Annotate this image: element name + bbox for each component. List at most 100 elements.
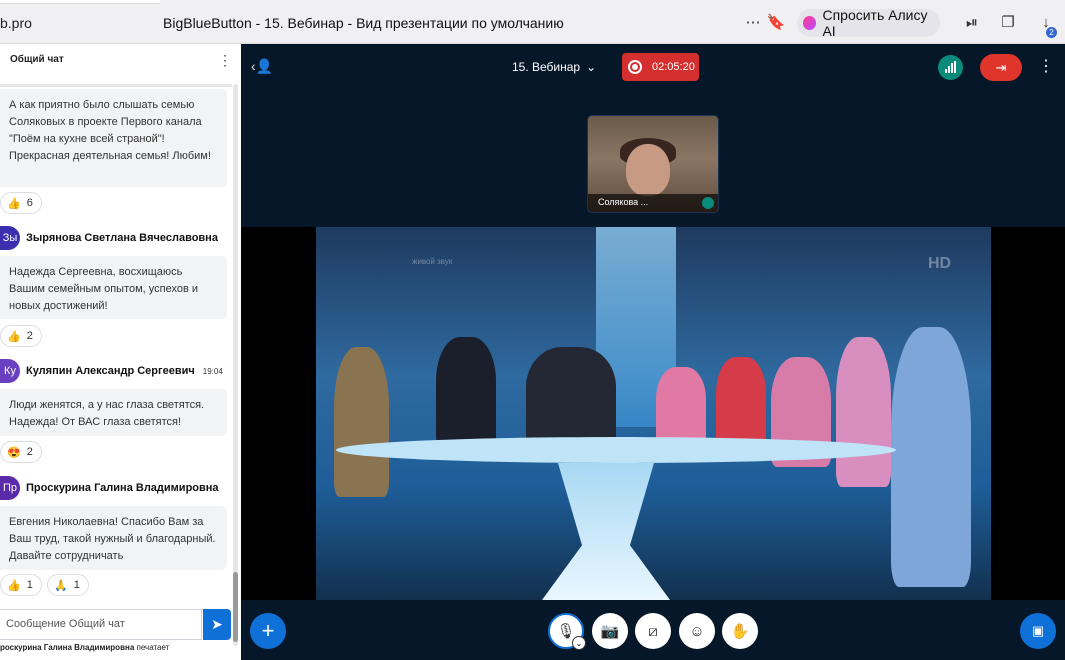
signal-bar xyxy=(948,66,950,73)
leave-meeting-button[interactable]: ⇥ xyxy=(980,54,1022,81)
reaction-count: 2 xyxy=(26,446,33,458)
chat-scrollbar-thumb[interactable] xyxy=(233,572,238,642)
typing-suffix: печатает xyxy=(136,643,170,652)
reaction-chip[interactable]: 👍 1 xyxy=(0,574,42,596)
chat-message-input[interactable]: Сообщение Общий чат xyxy=(0,609,202,640)
video-person xyxy=(836,337,891,487)
video-frame: живой звук HD xyxy=(316,227,991,600)
chevron-down-icon: ⌄ xyxy=(586,60,597,74)
browser-toolbar: b.pro BigBlueButton - 15. Вебинар - Вид … xyxy=(0,0,1065,44)
reaction-chip[interactable]: 👍 2 xyxy=(0,325,42,347)
webcam-username: Солякова ... xyxy=(588,194,718,212)
screenshare-button[interactable]: ⧄ xyxy=(635,613,671,649)
chat-title: Общий чат xyxy=(10,54,64,65)
hand-icon: ✋ xyxy=(730,623,750,640)
message-bubble: Надежда Сергеевна, восхищаюсь Вашим семе… xyxy=(0,256,227,319)
raise-hand-button[interactable]: ✋ xyxy=(722,613,758,649)
plus-icon: + xyxy=(261,618,275,643)
message-bubble: Евгения Николаевна! Спасибо Вам за Ваш т… xyxy=(0,506,227,570)
bookmark-icon[interactable]: 🔖 xyxy=(766,12,786,32)
audio-options-button[interactable]: ⌄ xyxy=(572,636,586,650)
thumbs-up-icon: 👍 xyxy=(7,197,21,210)
thumbs-up-icon: 👍 xyxy=(7,330,21,343)
pray-icon: 🙏 xyxy=(54,579,68,592)
download-badge: 2 xyxy=(1046,27,1057,38)
webcam-tile[interactable]: Солякова ... xyxy=(587,115,719,213)
video-person xyxy=(334,347,389,497)
chat-scrollbar[interactable] xyxy=(233,84,238,646)
webcam-person-face xyxy=(626,144,670,196)
toggle-userlist-icon[interactable]: ‹👤 xyxy=(251,58,273,75)
video-table xyxy=(336,437,896,463)
message-bubble: Люди женятся, а у нас глаза светятся. На… xyxy=(0,389,227,436)
typing-indicator: роскурина Галина Владимировна печатает xyxy=(0,643,169,652)
video-table-base xyxy=(542,463,670,600)
message-time: 19:04 xyxy=(202,366,223,376)
send-icon: ➤ xyxy=(211,616,223,632)
message-author: Зы Зырянова Светлана Вячеславовна xyxy=(0,226,218,250)
video-person xyxy=(891,327,971,587)
more-icon[interactable]: ⋯ xyxy=(743,12,763,32)
camera-button[interactable]: 📷 xyxy=(592,613,628,649)
actions-button[interactable]: + xyxy=(250,613,286,649)
meeting-options-icon[interactable]: ⋮ xyxy=(1038,56,1054,76)
reaction-count: 6 xyxy=(26,197,33,209)
author-name: Проскурина Галина Владимировна xyxy=(26,482,219,494)
media-icon[interactable]: ⏯ xyxy=(962,12,982,32)
record-icon xyxy=(628,60,642,74)
chevron-down-icon: ⌄ xyxy=(575,638,583,648)
reaction-count: 1 xyxy=(26,579,33,591)
presentation-icon: ▣ xyxy=(1031,623,1045,638)
send-button[interactable]: ➤ xyxy=(203,609,231,640)
chat-options-icon[interactable]: ⋮ xyxy=(218,52,232,69)
typing-user: роскурина Галина Владимировна xyxy=(0,643,135,652)
meeting-title[interactable]: 15. Вебинар ⌄ xyxy=(512,60,596,74)
signal-bar xyxy=(951,63,953,73)
reactions-button[interactable]: ☺ xyxy=(679,613,715,649)
thumbs-up-icon: 👍 xyxy=(7,579,21,592)
chat-divider xyxy=(0,84,232,87)
signal-bar xyxy=(945,69,947,73)
video-person xyxy=(436,337,496,447)
meeting-area: ‹👤 15. Вебинар ⌄ 02:05:20 ⇥ ⋮ Солякова .… xyxy=(241,44,1065,660)
address-bar[interactable]: b.pro xyxy=(0,15,32,31)
avatar: Ку xyxy=(0,359,20,383)
talking-indicator-icon xyxy=(702,197,714,209)
recording-time: 02:05:20 xyxy=(652,61,695,73)
logout-icon: ⇥ xyxy=(995,59,1007,75)
microphone-off-icon: 🎙 xyxy=(556,623,576,640)
page-title: BigBlueButton - 15. Вебинар - Вид презен… xyxy=(163,15,564,31)
connection-status-button[interactable] xyxy=(938,55,963,80)
alice-button[interactable]: Спросить Алису AI xyxy=(797,7,940,39)
author-name: Куляпин Александр Сергеевич xyxy=(26,365,195,377)
presentation-toggle-button[interactable]: ▣ xyxy=(1020,613,1056,649)
video-person xyxy=(716,357,766,447)
avatar: Пр xyxy=(0,476,20,500)
author-name: Зырянова Светлана Вячеславовна xyxy=(26,232,218,244)
alice-label: Спросить Алису AI xyxy=(822,7,928,39)
reaction-count: 1 xyxy=(73,579,80,591)
alice-icon xyxy=(803,16,817,30)
video-person xyxy=(526,347,616,447)
camera-off-icon: 📷 xyxy=(600,623,620,640)
video-watermark-hd: HD xyxy=(928,255,952,272)
action-bar: + 🎙 ⌄ 📷 ⧄ ☺ ✋ ▣ xyxy=(241,600,1065,660)
bookmarks-panel-icon[interactable]: ❐ xyxy=(998,12,1018,32)
screenshare-video: живой звук HD xyxy=(241,227,1065,600)
chat-panel: Общий чат ⋮ А как приятно было слышать с… xyxy=(0,44,241,660)
signal-bar xyxy=(954,61,956,73)
reaction-chip[interactable]: 🙏 1 xyxy=(47,574,89,596)
message-bubble: А как приятно было слышать семью Соляков… xyxy=(0,89,227,187)
reaction-chip[interactable]: 👍 6 xyxy=(0,192,42,214)
recording-indicator[interactable]: 02:05:20 xyxy=(622,53,699,81)
message-author: Пр Проскурина Галина Владимировна xyxy=(0,476,219,500)
avatar: Зы xyxy=(0,226,20,250)
smile-icon: ☺ xyxy=(689,622,705,640)
message-author: Ку Куляпин Александр Сергеевич 19:04 xyxy=(0,359,223,383)
video-person xyxy=(656,367,706,447)
video-watermark-live: живой звук xyxy=(412,257,453,266)
heart-eyes-icon: 😍 xyxy=(7,446,21,459)
reaction-count: 2 xyxy=(26,330,33,342)
meeting-title-text: 15. Вебинар xyxy=(512,60,581,74)
reaction-chip[interactable]: 😍 2 xyxy=(0,441,42,463)
